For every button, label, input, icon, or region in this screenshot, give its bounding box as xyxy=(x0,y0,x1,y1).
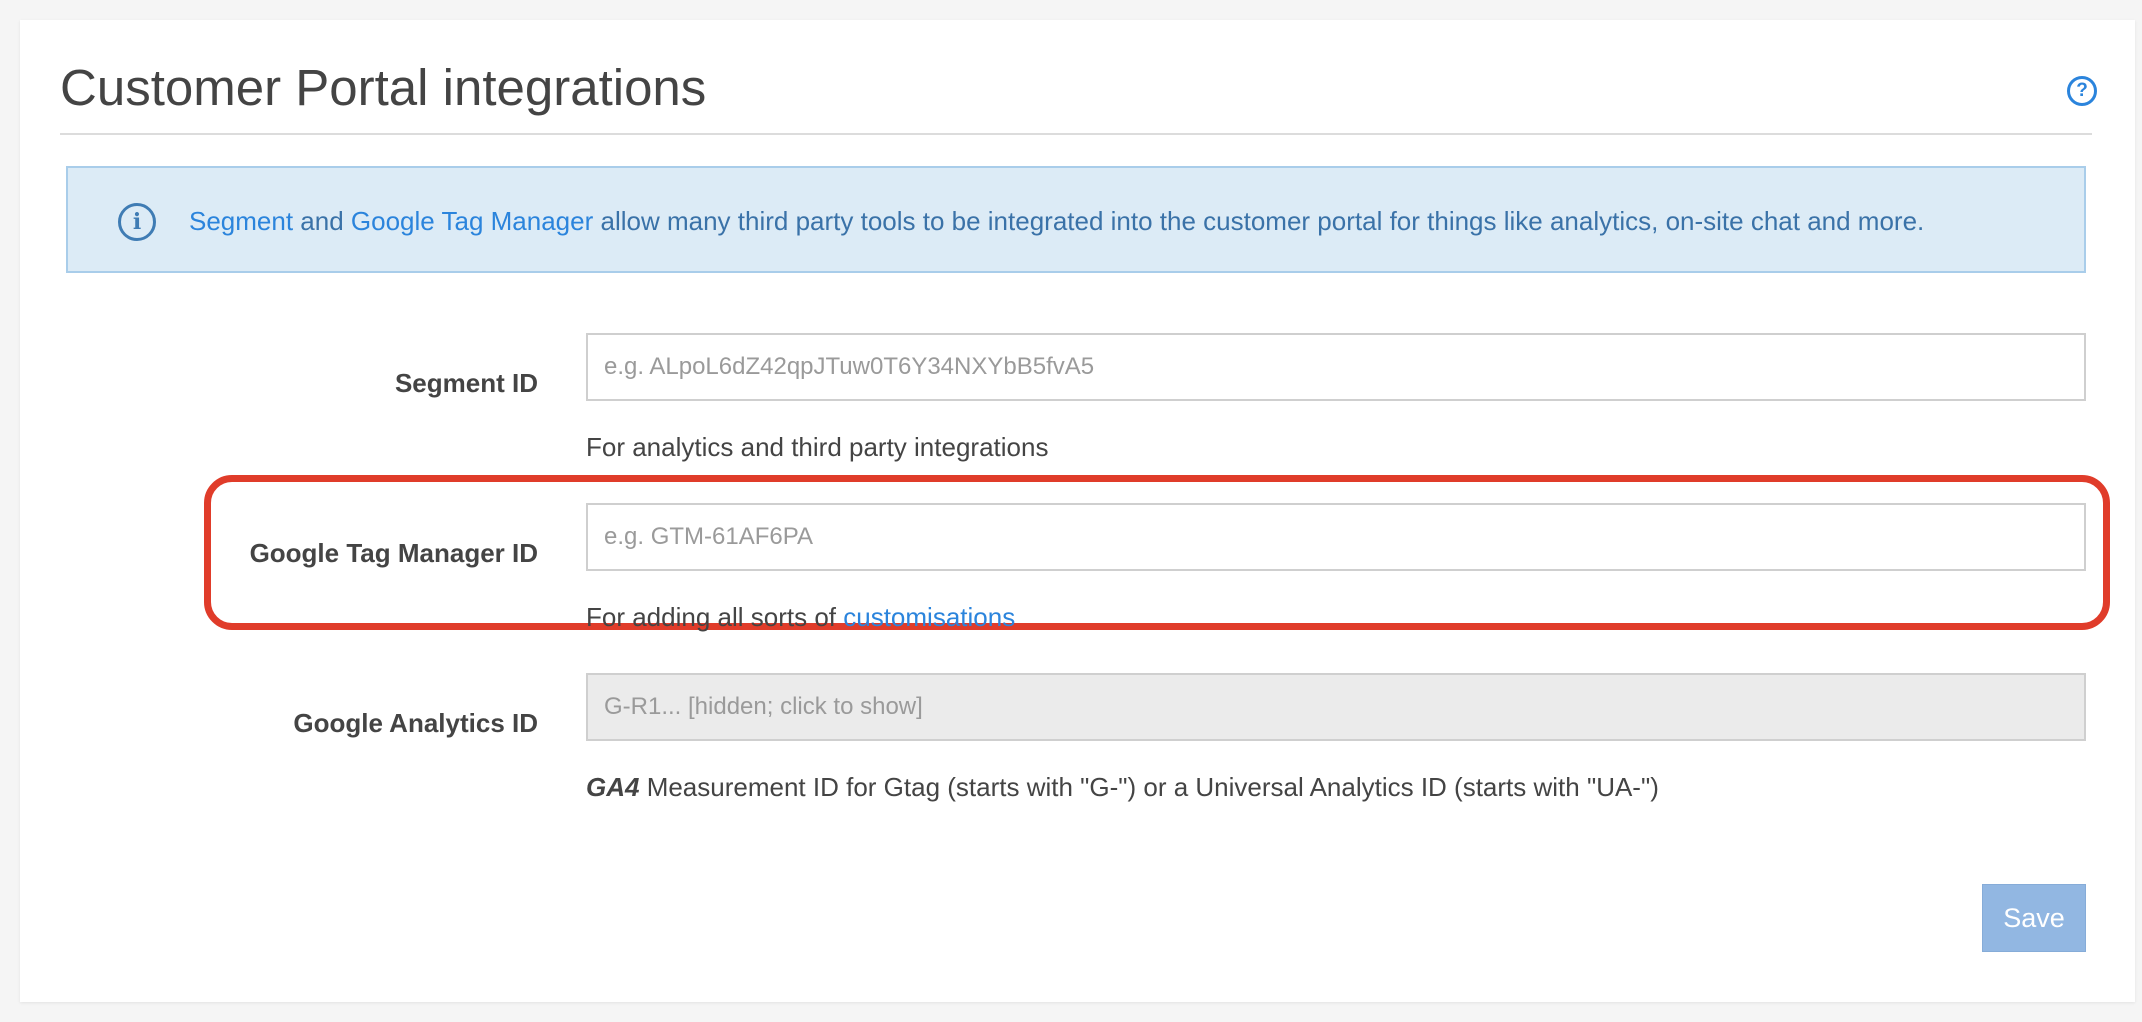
google-tag-manager-id-label: Google Tag Manager ID xyxy=(249,538,538,568)
segment-id-help: For analytics and third party integratio… xyxy=(586,432,1049,462)
segment-link[interactable]: Segment xyxy=(189,206,293,236)
google-analytics-id-help: GA4 Measurement ID for Gtag (starts with… xyxy=(586,772,1659,803)
customisations-link[interactable]: customisations xyxy=(843,602,1015,632)
save-button[interactable]: Save xyxy=(1982,884,2086,952)
info-circle-icon: i xyxy=(118,203,156,241)
ga-help-text: Measurement ID for Gtag (starts with "G-… xyxy=(639,772,1659,802)
google-tag-manager-id-help: For adding all sorts of customisations xyxy=(586,602,1015,633)
page-title: Customer Portal integrations xyxy=(60,59,707,116)
integrations-panel: Customer Portal integrations ? i Segment… xyxy=(20,20,2135,1002)
info-alert: i Segment and Google Tag Manager allow m… xyxy=(66,166,2086,273)
title-divider xyxy=(60,133,2092,135)
segment-id-label: Segment ID xyxy=(394,368,538,398)
google-tag-manager-link[interactable]: Google Tag Manager xyxy=(351,206,593,236)
info-and: and xyxy=(293,206,351,236)
gtm-help-prefix: For adding all sorts of xyxy=(586,602,844,632)
google-analytics-id-input[interactable] xyxy=(586,673,2086,741)
question-circle-icon[interactable]: ? xyxy=(2067,76,2097,106)
info-body: allow many third party tools to be integ… xyxy=(593,206,1925,236)
google-analytics-id-label: Google Analytics ID xyxy=(293,708,538,738)
ga4-emphasis: GA4 xyxy=(586,772,640,802)
segment-id-input[interactable] xyxy=(586,333,2086,401)
info-text: Segment and Google Tag Manager allow man… xyxy=(189,206,1924,237)
google-tag-manager-id-input[interactable] xyxy=(586,503,2086,571)
